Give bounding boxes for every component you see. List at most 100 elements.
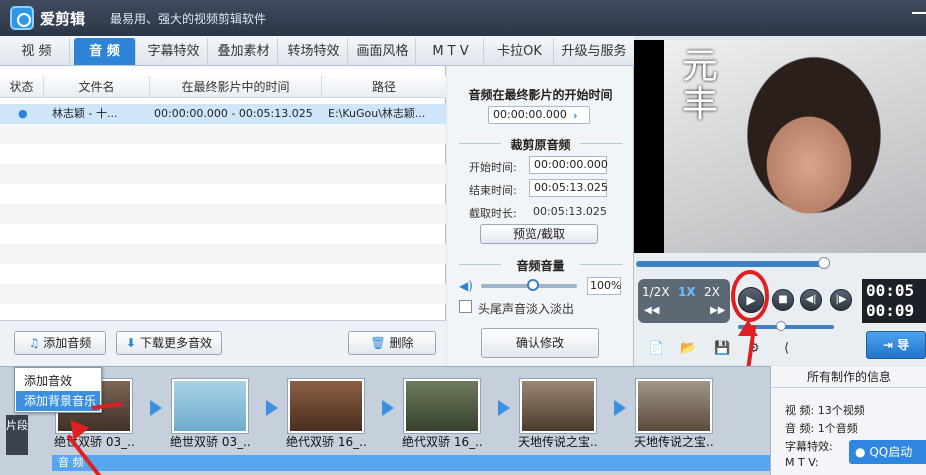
empty-row: [0, 244, 446, 264]
column-final-time[interactable]: 在最终影片中的时间: [150, 76, 322, 98]
step-forward-icon: |▶: [835, 294, 847, 305]
export-label: 导: [897, 338, 910, 352]
rewind-icon[interactable]: ◀◀: [644, 305, 659, 316]
new-file-icon[interactable]: 📄: [648, 341, 664, 356]
list-header: 状态 文件名 在最终影片中的时间 路径: [0, 76, 446, 98]
annotation-circle: [731, 270, 769, 322]
delete-button[interactable]: 🗑 删除: [348, 331, 436, 355]
chevron-right-icon[interactable]: ›: [573, 109, 578, 122]
tab-video[interactable]: 视 频: [4, 38, 70, 65]
speaker-icon: ◀): [459, 279, 473, 293]
segment-side-tab[interactable]: 片段: [6, 415, 28, 455]
speed-half[interactable]: 1/2X: [642, 285, 670, 299]
empty-row: [0, 224, 446, 244]
save-icon[interactable]: 💾: [714, 341, 730, 356]
qq-launch-badge[interactable]: ● QQ启动: [849, 440, 926, 464]
volume-value[interactable]: 100%: [587, 277, 621, 295]
column-path[interactable]: 路径: [322, 76, 446, 98]
clip-caption: 绝代双骄 16_...: [286, 435, 366, 449]
audio-toolbar: ♫ 添加音频 ⬇ 下载更多音效 🗑 删除: [0, 320, 446, 366]
volume-slider-handle[interactable]: [527, 279, 539, 291]
table-row[interactable]: ● 林志颖 - 十... 00:00:00.000 - 00:05:13.025…: [0, 104, 446, 124]
trim-audio-title: 裁剪原音频: [510, 138, 571, 152]
empty-row: [0, 264, 446, 284]
share-icon[interactable]: ⟨: [784, 341, 789, 356]
export-button[interactable]: ⇥ 导: [866, 331, 926, 359]
speed-1x[interactable]: 1X: [678, 285, 696, 299]
info-row-audio: 音 频: 1个音频: [785, 422, 858, 435]
column-status[interactable]: 状态: [0, 76, 44, 98]
qq-label: QQ启动: [869, 445, 913, 459]
add-audio-label: 添加音频: [43, 336, 92, 350]
fade-checkbox[interactable]: [459, 300, 472, 313]
preview-trim-button[interactable]: 预览/截取: [480, 224, 598, 244]
preview-overlay-text: 元丰: [682, 46, 719, 125]
start-time-title: 音频在最终影片的开始时间: [468, 88, 613, 102]
preview-volume-handle[interactable]: [776, 321, 786, 331]
stop-button[interactable]: ■: [772, 289, 794, 311]
info-row-video: 视 频: 13个视频: [785, 404, 865, 417]
app-window: 爱剪辑 最易用、强大的视频剪辑软件 视 频 音 频 字幕特效 叠加素材 转场特效…: [0, 0, 926, 475]
open-folder-icon[interactable]: 📂: [680, 341, 696, 356]
tab-karaoke[interactable]: 卡拉OK: [486, 38, 554, 65]
clip-thumbnail[interactable]: [172, 379, 248, 433]
column-filename[interactable]: 文件名: [44, 76, 150, 98]
arrow-right-icon: [614, 400, 626, 416]
tab-audio[interactable]: 音 频: [74, 38, 136, 65]
clip-thumbnail[interactable]: [288, 379, 364, 433]
info-row-mtv: M T V:: [785, 456, 819, 469]
trim-end-input[interactable]: 00:05:13.025: [529, 179, 608, 197]
tab-transition-effects[interactable]: 转场特效: [280, 38, 348, 65]
clip-caption: 天地传说之宝...: [518, 435, 598, 449]
arrow-right-icon: [382, 400, 394, 416]
tab-mtv[interactable]: M T V: [418, 38, 484, 65]
menu-item-add-background-music[interactable]: 添加背景音乐: [16, 391, 100, 411]
time-display: 00:05 00:09: [862, 279, 926, 323]
tab-overlay-material[interactable]: 叠加素材: [210, 38, 278, 65]
empty-row: [0, 124, 446, 144]
clip-thumbnail[interactable]: [404, 379, 480, 433]
app-slogan: 最易用、强大的视频剪辑软件: [110, 12, 267, 26]
prev-frame-button[interactable]: ◀|: [800, 289, 822, 311]
speed-2x[interactable]: 2X: [704, 285, 720, 299]
download-more-label: 下载更多音效: [139, 336, 212, 350]
video-preview: 元丰: [634, 40, 926, 253]
next-frame-button[interactable]: |▶: [830, 289, 852, 311]
empty-row: [0, 164, 446, 184]
clip-thumbnail[interactable]: [636, 379, 712, 433]
arrow-right-icon: [498, 400, 510, 416]
row-path: E:\KuGou\林志颖...: [328, 107, 426, 120]
duration-value: 00:05:13.025: [533, 205, 607, 218]
music-note-icon: ♫: [28, 336, 40, 350]
time-display-bottom: 00:09: [866, 301, 915, 320]
app-name: 爱剪辑: [40, 10, 86, 28]
tab-upgrade-service[interactable]: 升级与服务: [556, 38, 632, 65]
clip-timeline: 片段 绝世双骄 03_... 绝世双骄 03_... 绝代双骄 16_... 绝…: [0, 366, 770, 475]
empty-row: [0, 204, 446, 224]
end-time-label: 结束时间:: [469, 184, 517, 197]
menu-item-add-sound-effect[interactable]: 添加音效: [16, 371, 100, 391]
tab-subtitle-effects[interactable]: 字幕特效: [140, 38, 208, 65]
download-more-effects-button[interactable]: ⬇ 下载更多音效: [116, 331, 222, 355]
duration-label: 截取时长:: [469, 207, 517, 220]
arrow-right-icon: [266, 400, 278, 416]
confirm-changes-button[interactable]: 确认修改: [481, 328, 599, 358]
trim-start-input[interactable]: 00:00:00.000: [529, 156, 608, 174]
annotation-arrow-head: [738, 320, 758, 336]
clip-caption: 绝代双骄 16_...: [402, 435, 482, 449]
timeline-scrubber[interactable]: [636, 261, 822, 267]
row-time: 00:00:00.000 - 00:05:13.025: [154, 107, 313, 120]
qq-icon: ●: [855, 445, 866, 459]
fast-forward-icon[interactable]: ▶▶: [710, 305, 725, 316]
scrubber-handle[interactable]: [818, 257, 830, 269]
audio-track[interactable]: 音 频: [52, 455, 770, 471]
add-audio-button[interactable]: ♫ 添加音频: [14, 331, 106, 355]
tab-picture-style[interactable]: 画面风格: [350, 38, 416, 65]
stop-icon: ■: [778, 294, 788, 305]
clip-thumbnail[interactable]: [520, 379, 596, 433]
row-filename: 林志颖 - 十...: [52, 107, 118, 120]
volume-title: 音频音量: [516, 259, 565, 273]
minimize-icon[interactable]: [912, 12, 926, 14]
divider: [580, 264, 622, 265]
empty-row: [0, 144, 446, 164]
